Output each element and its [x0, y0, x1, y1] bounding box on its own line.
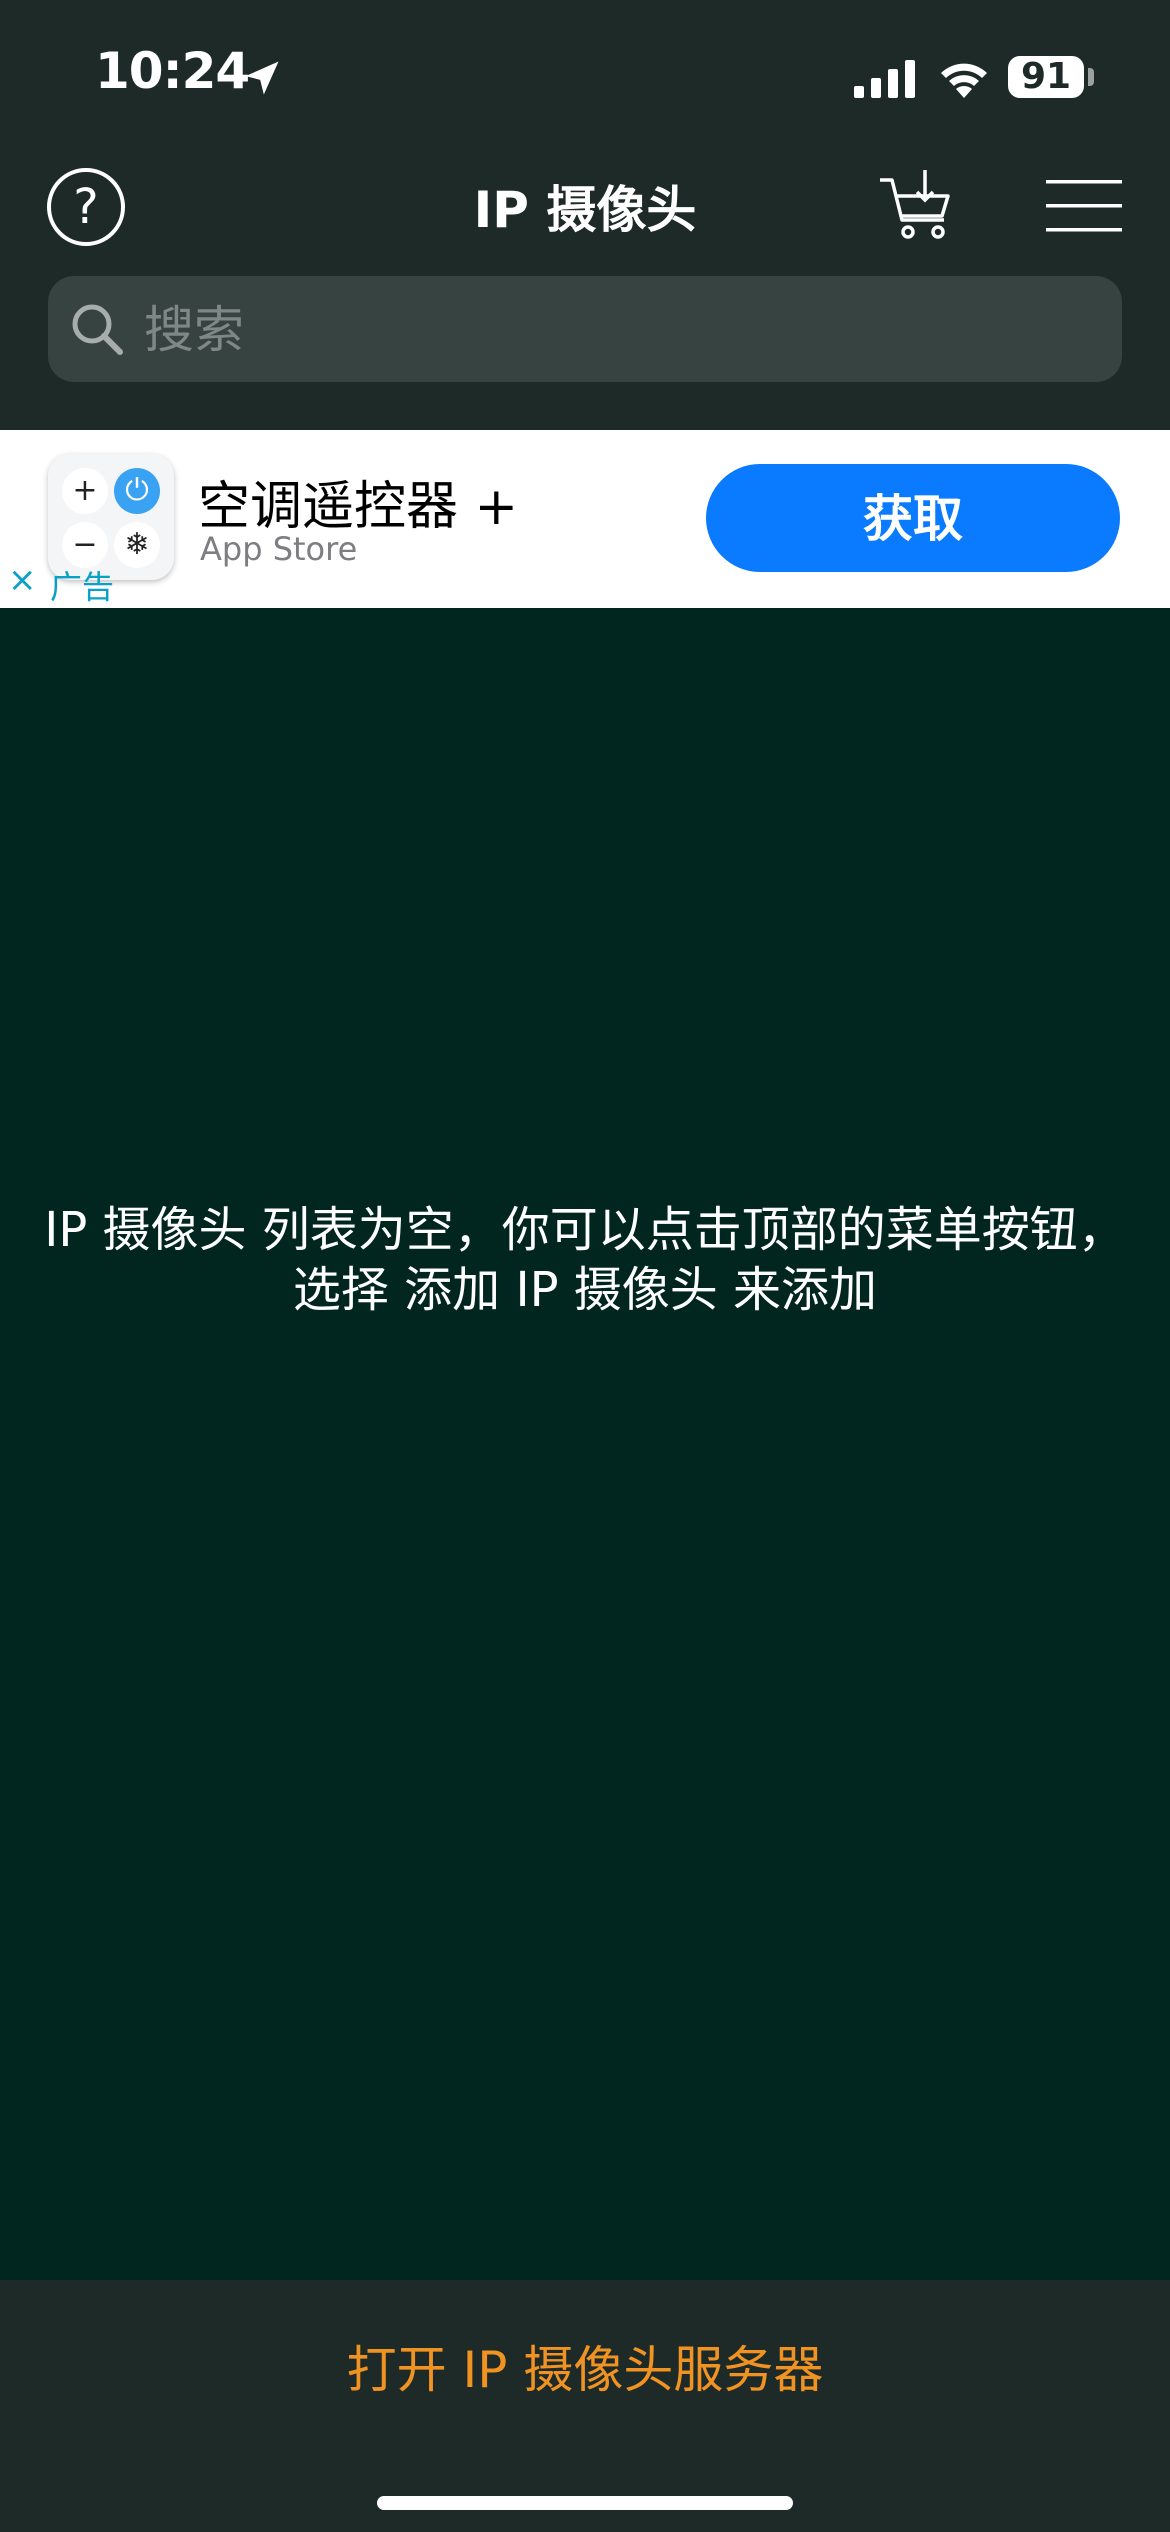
ad-icon-snowflake-key: ❄ [114, 522, 160, 568]
ad-label: 广告 [50, 568, 115, 606]
bottom-bar: 打开 IP 摄像头服务器 [0, 2280, 1170, 2532]
search-bar[interactable] [48, 276, 1122, 384]
battery-indicator: 91 [1008, 56, 1084, 98]
ad-icon-plus-key: + [62, 468, 108, 514]
wifi-icon [941, 63, 987, 98]
search-icon [72, 304, 123, 355]
status-time: 10:24 [95, 42, 250, 100]
empty-message-line-2: 选择 添加 IP 摄像头 来添加 [292, 1262, 878, 1318]
ad-close-icon[interactable]: × [8, 560, 37, 600]
hamburger-menu-icon[interactable] [1046, 180, 1122, 232]
empty-list-message: IP 摄像头 列表为空，你可以点击顶部的菜单按钮， 选择 添加 IP 摄像头 来… [0, 1200, 1170, 1320]
open-server-button[interactable]: 打开 IP 摄像头服务器 [0, 2330, 1170, 2402]
battery-cap [1088, 68, 1094, 86]
page-title: IP 摄像头 [473, 181, 697, 239]
header-area: 10:24 91 ? IP 摄像头 [0, 0, 1170, 430]
empty-message-line-1: IP 摄像头 列表为空，你可以点击顶部的菜单按钮， [44, 1202, 1126, 1258]
location-arrow-icon [245, 61, 279, 95]
status-bar: 10:24 91 [0, 0, 1170, 150]
cellular-signal-icon [854, 60, 915, 98]
home-indicator[interactable] [377, 2496, 793, 2510]
ad-get-button[interactable]: 获取 [706, 464, 1120, 572]
ad-subtitle: App Store [200, 530, 358, 568]
cart-download-icon[interactable] [878, 168, 956, 246]
navigation-bar: ? IP 摄像头 [0, 150, 1170, 280]
ad-icon-power-key: ⏻ [114, 468, 160, 514]
ad-banner[interactable]: + ⏻ − ❄ 空调遥控器 + App Store 获取 × 广告 [0, 430, 1170, 608]
search-input[interactable] [142, 276, 1086, 384]
ad-title[interactable]: 空调遥控器 + [198, 464, 518, 539]
